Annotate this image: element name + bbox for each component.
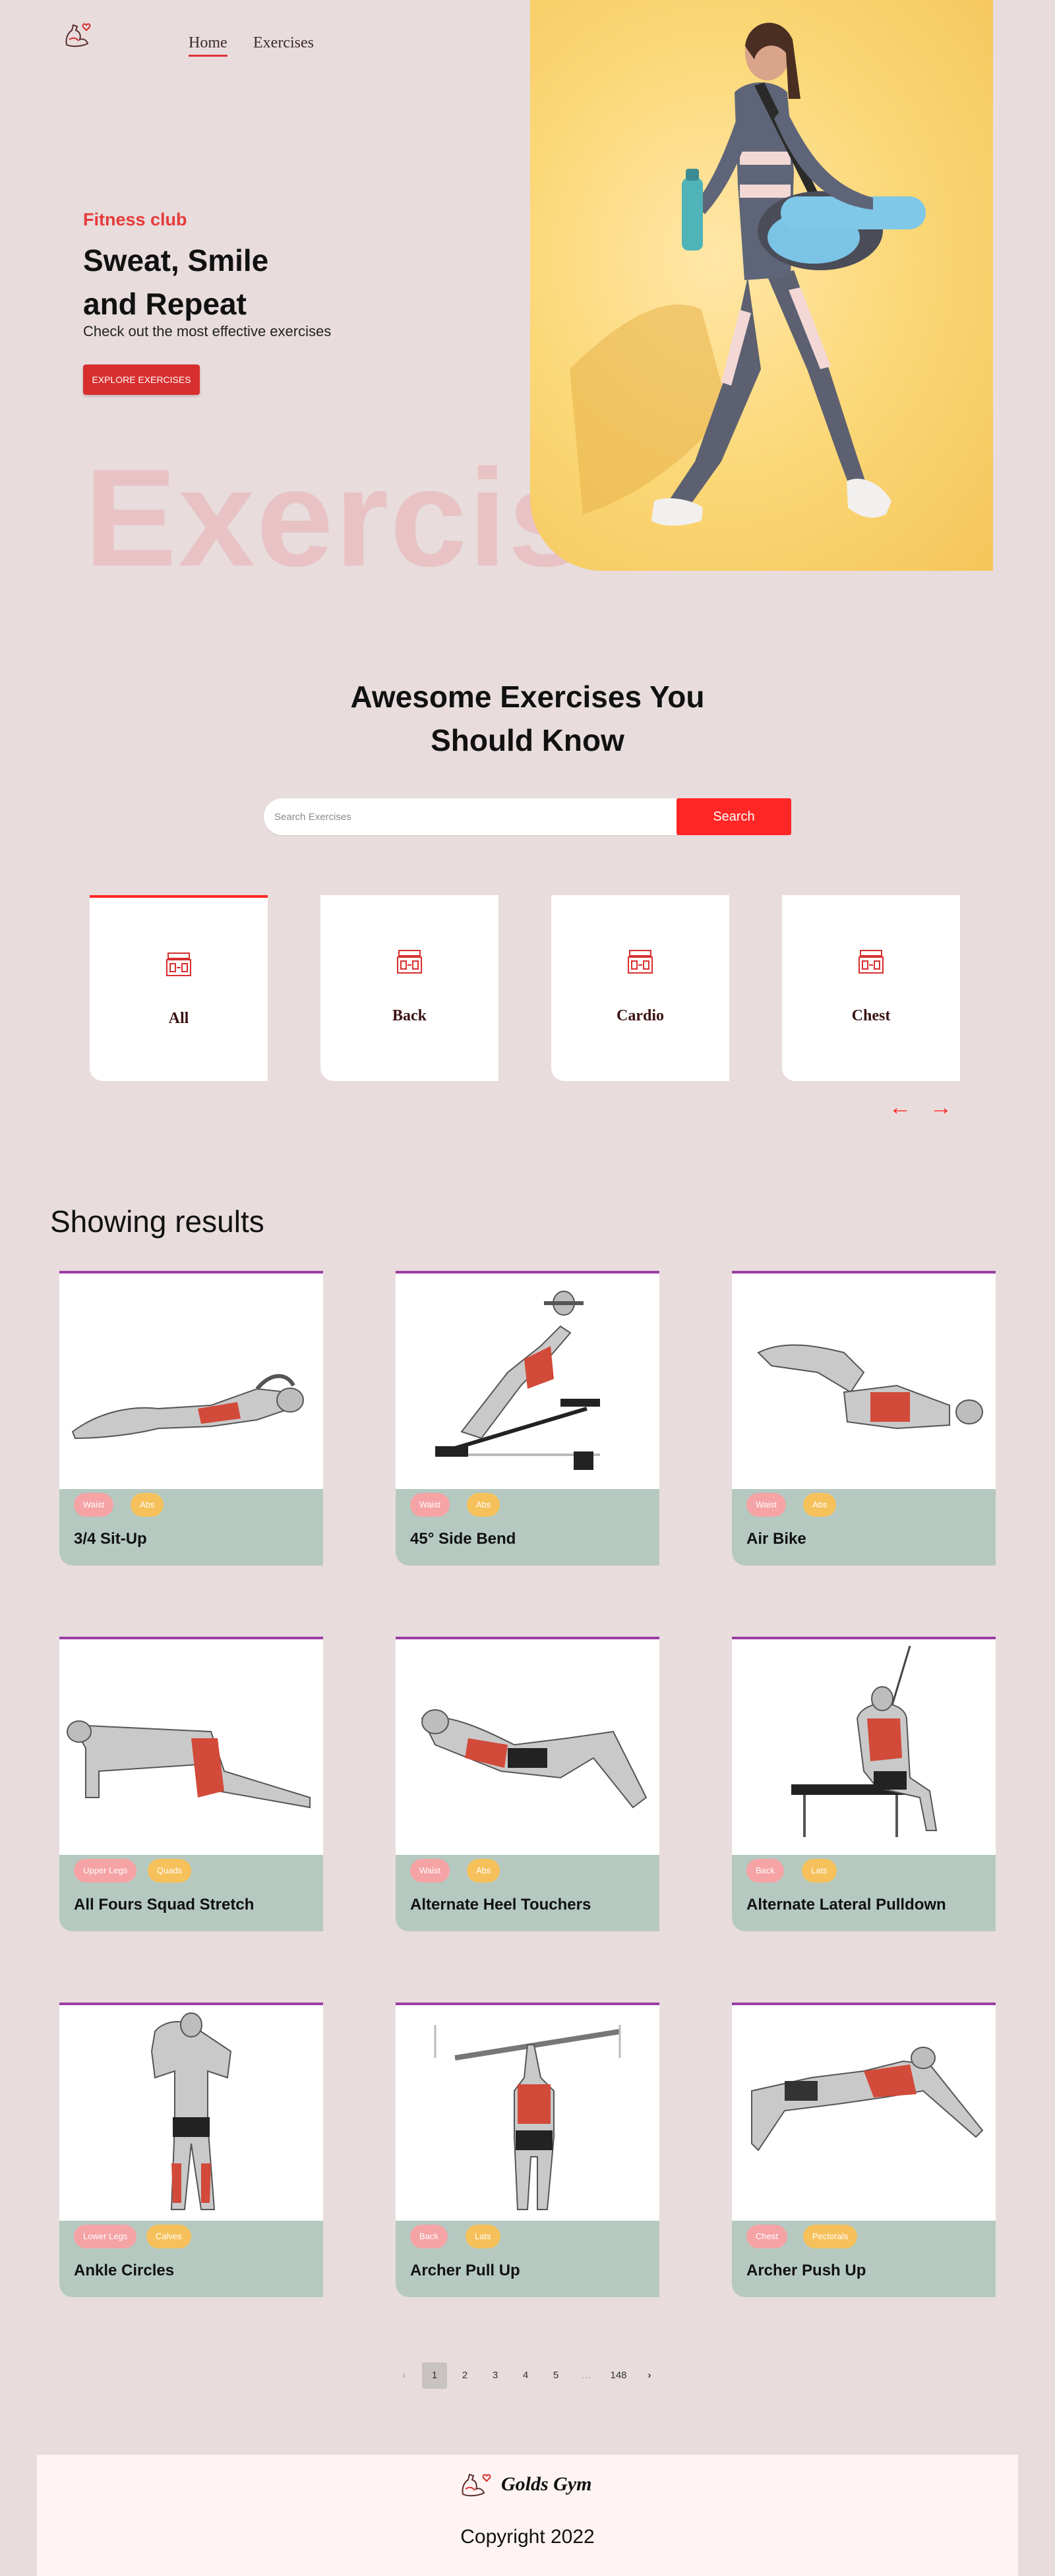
exercise-name: Ankle Circles [74, 2262, 175, 2279]
gym-logo-icon[interactable] [63, 20, 96, 53]
exercise-name: Archer Push Up [746, 2262, 866, 2279]
exercise-image [396, 1639, 659, 1855]
section-title-line-1: Awesome Exercises You [350, 680, 705, 714]
exercise-card[interactable]: Waist Abs Air Bike [732, 1271, 996, 1566]
category-card-all[interactable]: All [90, 895, 268, 1081]
explore-exercises-button[interactable]: Explore Exercises [83, 365, 200, 395]
exercise-name: Air Bike [746, 1530, 806, 1548]
exercise-card-footer: Waist Abs 3/4 Sit-Up [59, 1489, 323, 1566]
category-card-back[interactable]: Back [320, 895, 498, 1081]
footer: Golds Gym Copyright 2022 [37, 2455, 1018, 2576]
exercise-image [59, 1639, 323, 1855]
exercise-image [396, 2005, 659, 2221]
footer-brand: Golds Gym [501, 2473, 592, 2495]
target-muscle-tag[interactable]: Abs [803, 1493, 837, 1517]
exercise-card[interactable]: Waist Abs Alternate Heel Touchers [396, 1637, 659, 1931]
exercise-image [59, 2005, 323, 2221]
target-muscle-tag[interactable]: Lats [802, 1859, 837, 1883]
exercise-image [732, 2005, 996, 2221]
exercise-card-footer: Back Lats Archer Pull Up [396, 2221, 659, 2297]
exercise-name: 3/4 Sit-Up [74, 1530, 147, 1548]
search-bar: Search [264, 798, 791, 835]
exercise-name: 45° Side Bend [410, 1530, 516, 1548]
pagination-page-4[interactable]: 4 [513, 2362, 538, 2389]
exercise-card[interactable]: Back Lats Alternate Lateral Pulldown [732, 1637, 996, 1931]
exercise-image [732, 1273, 996, 1489]
exercises-section-title: Awesome Exercises You Should Know [0, 675, 1055, 762]
copyright-text: Copyright 2022 [460, 2526, 595, 2548]
body-part-tag[interactable]: Back [410, 2225, 448, 2248]
exercise-card-footer: Waist Abs 45° Side Bend [396, 1489, 659, 1566]
exercise-card[interactable]: Upper Legs Quads All Fours Squad Stretch [59, 1637, 323, 1931]
hero-title-line-1: Sweat, Smile [83, 243, 269, 278]
category-label: All [168, 1010, 189, 1027]
exercise-name: Alternate Lateral Pulldown [746, 1896, 946, 1914]
exercise-card-footer: Upper Legs Quads All Fours Squad Stretch [59, 1855, 323, 1931]
body-part-tag[interactable]: Chest [746, 2225, 787, 2248]
exercise-card[interactable]: Back Lats Archer Pull Up [396, 2003, 659, 2297]
exercise-card-footer: Waist Abs Alternate Heel Touchers [396, 1855, 659, 1931]
exercise-image [59, 1273, 323, 1489]
exercise-card[interactable]: Waist Abs 45° Side Bend [396, 1271, 659, 1566]
exercise-card-footer: Chest Pectorals Archer Push Up [732, 2221, 996, 2297]
exercise-name: Alternate Heel Touchers [410, 1896, 591, 1914]
search-button[interactable]: Search [677, 798, 791, 835]
hero-title-line-2: and Repeat [83, 287, 247, 321]
results-title: Showing results [50, 1204, 264, 1239]
gym-logo-icon [462, 2473, 491, 2497]
arrow-right-icon[interactable]: → [930, 1096, 952, 1119]
body-part-tag[interactable]: Waist [746, 1493, 787, 1517]
body-part-tag[interactable]: Upper Legs [74, 1859, 137, 1883]
hero-title: Sweat, Smile and Repeat [83, 239, 452, 326]
target-muscle-tag[interactable]: Abs [131, 1493, 164, 1517]
exercise-image [732, 1639, 996, 1855]
target-muscle-tag[interactable]: Abs [467, 1493, 500, 1517]
woman-walking-illustration [570, 22, 926, 526]
gym-icon [166, 952, 191, 976]
body-part-tag[interactable]: Waist [410, 1859, 450, 1883]
exercise-card[interactable]: Waist Abs 3/4 Sit-Up [59, 1271, 323, 1566]
exercise-card[interactable]: Lower Legs Calves Ankle Circles [59, 2003, 323, 2297]
category-label: Chest [851, 1007, 891, 1024]
gym-icon [628, 950, 653, 974]
nav-home-link[interactable]: Home [189, 34, 227, 57]
hero-tag: Fitness club [83, 210, 187, 229]
pagination-page-3[interactable]: 3 [483, 2362, 508, 2389]
target-muscle-tag[interactable]: Lats [466, 2225, 500, 2248]
body-part-tag[interactable]: Waist [410, 1493, 450, 1517]
exercise-card-footer: Waist Abs Air Bike [732, 1489, 996, 1566]
hero-subtitle: Check out the most effective exercises [83, 323, 332, 339]
category-label: Back [392, 1007, 427, 1024]
pagination-prev-button[interactable]: ‹ [393, 2362, 415, 2389]
target-muscle-tag[interactable]: Quads [148, 1859, 192, 1883]
pagination-page-5[interactable]: 5 [543, 2362, 568, 2389]
pagination-ellipsis: … [581, 2370, 591, 2381]
body-part-tag[interactable]: Back [746, 1859, 784, 1883]
gym-icon [859, 950, 884, 974]
pagination-page-1[interactable]: 1 [422, 2362, 447, 2389]
hero-banner-image [530, 0, 993, 571]
target-muscle-tag[interactable]: Calves [146, 2225, 191, 2248]
category-label: Cardio [617, 1007, 664, 1024]
exercise-card[interactable]: Chest Pectorals Archer Push Up [732, 2003, 996, 2297]
pagination-next-button[interactable]: › [638, 2362, 661, 2389]
target-muscle-tag[interactable]: Abs [467, 1859, 500, 1883]
target-muscle-tag[interactable]: Pectorals [803, 2225, 858, 2248]
body-part-tag[interactable]: Lower Legs [74, 2225, 137, 2248]
pagination-page-last[interactable]: 148 [604, 2362, 633, 2389]
category-card-chest[interactable]: Chest [782, 895, 960, 1081]
body-part-tag[interactable]: Waist [74, 1493, 114, 1517]
nav-exercises-link[interactable]: Exercises [253, 34, 314, 52]
exercise-name: Archer Pull Up [410, 2262, 520, 2279]
pagination-page-2[interactable]: 2 [452, 2362, 477, 2389]
exercise-image [396, 1273, 659, 1489]
exercise-name: All Fours Squad Stretch [74, 1896, 255, 1914]
arrow-left-icon[interactable]: ← [889, 1096, 911, 1119]
exercise-card-footer: Lower Legs Calves Ankle Circles [59, 2221, 323, 2297]
section-title-line-2: Should Know [431, 723, 624, 757]
gym-icon [397, 950, 422, 974]
search-input[interactable] [264, 798, 677, 835]
exercise-card-footer: Back Lats Alternate Lateral Pulldown [732, 1855, 996, 1931]
category-card-cardio[interactable]: Cardio [551, 895, 729, 1081]
